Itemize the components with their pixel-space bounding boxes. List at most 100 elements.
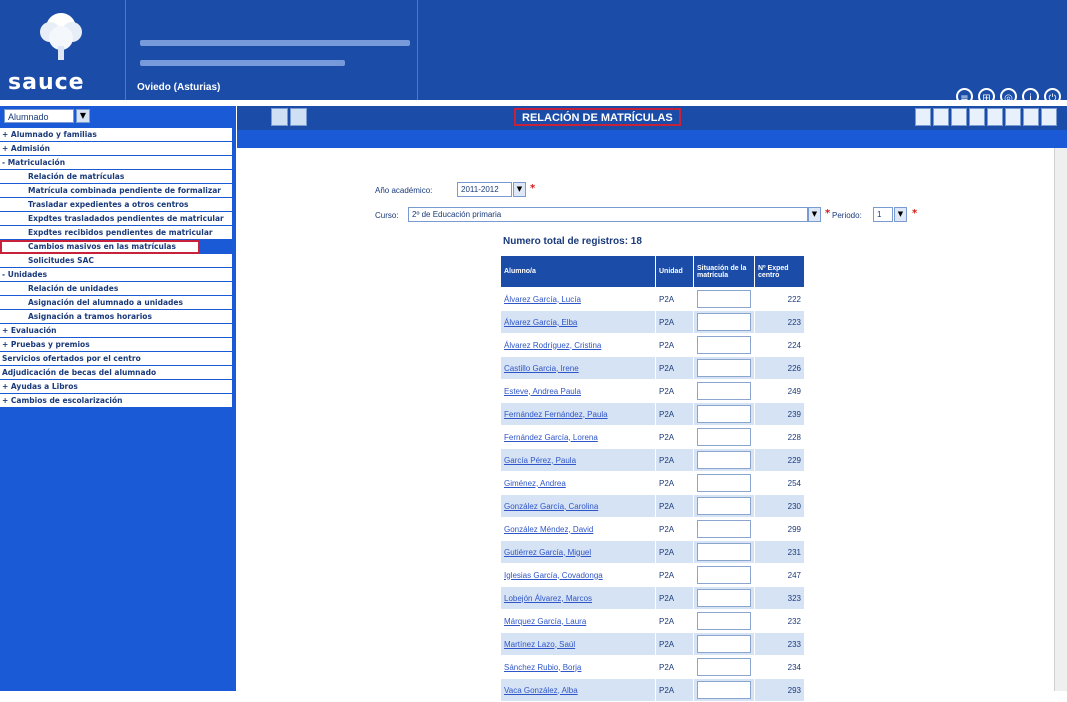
header-divider [125, 0, 126, 100]
sidebar-item[interactable]: Asignación del alumnado a unidades [0, 296, 232, 310]
new-document-icon[interactable] [915, 108, 931, 126]
student-name-link[interactable]: Iglesias García, Covadonga [500, 563, 656, 587]
sidebar-item[interactable]: Trasladar expedientes a otros centros [0, 198, 232, 212]
period-select[interactable]: 1 [873, 207, 893, 222]
sidebar-item[interactable]: Relación de matrículas [0, 170, 232, 184]
toolbar: RELACIÓN DE MATRÍCULAS [237, 106, 1067, 130]
year-select[interactable]: 2011-2012 [457, 182, 512, 197]
status-field[interactable] [697, 681, 751, 699]
student-name-link[interactable]: García Pérez, Paula [500, 448, 656, 472]
status-field[interactable] [697, 382, 751, 400]
checklist-icon[interactable] [1005, 108, 1021, 126]
sidebar-item[interactable]: Asignación a tramos horarios [0, 310, 232, 324]
student-name-link[interactable]: Fernández García, Lorena [500, 425, 656, 449]
student-name-link[interactable]: González García, Carolina [500, 494, 656, 518]
filter-tools [271, 108, 307, 126]
sidebar-item[interactable]: Matrícula combinada pendiente de formali… [0, 184, 232, 198]
student-name-link[interactable]: Martínez Lazo, Saúl [500, 632, 656, 656]
sidebar-item[interactable]: - Matriculación [0, 156, 232, 170]
status-field[interactable] [697, 612, 751, 630]
column-header-status[interactable]: Situación de la matrícula [693, 255, 755, 288]
student-name-link[interactable]: Gutiérrez García, Miguel [500, 540, 656, 564]
student-name-link[interactable]: Vaca González, Alba [500, 678, 656, 702]
student-name-link[interactable]: Márquez García, Laura [500, 609, 656, 633]
copy-document-icon[interactable] [933, 108, 949, 126]
undo-icon[interactable] [1041, 108, 1057, 126]
course-select[interactable]: 2º de Educación primaria [408, 207, 808, 222]
printer-icon[interactable]: ⊞ [978, 88, 995, 105]
student-name-link[interactable]: Álvarez García, Elba [500, 310, 656, 334]
status-field[interactable] [697, 543, 751, 561]
chevron-down-icon[interactable]: ▼ [76, 109, 90, 123]
settings-icon[interactable]: ◎ [1000, 88, 1017, 105]
list-options-icon[interactable] [290, 108, 307, 126]
sidebar-item[interactable]: + Evaluación [0, 324, 232, 338]
info-icon[interactable]: i [1022, 88, 1039, 105]
status-field[interactable] [697, 336, 751, 354]
status-field[interactable] [697, 635, 751, 653]
student-name-link[interactable]: Esteve, Andrea Paula [500, 379, 656, 403]
column-header-unit[interactable]: Unidad [655, 255, 694, 288]
status-field[interactable] [697, 566, 751, 584]
record-number-cell: 323 [754, 586, 805, 610]
status-field[interactable] [697, 290, 751, 308]
sidebar-item[interactable]: + Alumnado y familias [0, 128, 232, 142]
status-field[interactable] [697, 428, 751, 446]
sidebar-item[interactable]: Expdtes recibidos pendientes de matricul… [0, 226, 232, 240]
report-icon[interactable] [1023, 108, 1039, 126]
status-field[interactable] [697, 589, 751, 607]
users-group-icon[interactable] [987, 108, 1003, 126]
status-field[interactable] [697, 474, 751, 492]
sidebar-item[interactable]: Expdtes trasladados pendientes de matric… [0, 212, 232, 226]
record-number-cell: 231 [754, 540, 805, 564]
status-field[interactable] [697, 451, 751, 469]
sidebar-item[interactable]: Cambios masivos en las matrículas [0, 240, 200, 254]
status-field[interactable] [697, 497, 751, 515]
exit-icon[interactable]: ⏻ [1044, 88, 1061, 105]
chevron-down-icon[interactable]: ▼ [894, 207, 907, 222]
chevron-down-icon[interactable]: ▼ [808, 207, 821, 222]
sidebar-item[interactable]: - Unidades [0, 268, 232, 282]
student-name-link[interactable]: González Méndez, David [500, 517, 656, 541]
unit-cell: P2A [655, 632, 694, 656]
record-number-cell: 224 [754, 333, 805, 357]
student-name-link[interactable]: Giménez, Andrea [500, 471, 656, 495]
status-field[interactable] [697, 520, 751, 538]
student-name-link[interactable]: Sánchez Rubio, Borja [500, 655, 656, 679]
status-field[interactable] [697, 313, 751, 331]
print-icon[interactable]: ≡ [956, 88, 973, 105]
table-row: Fernández Fernández, Paula P2A 239 [500, 402, 805, 426]
student-name-link[interactable]: Lobejón Álvarez, Marcos [500, 586, 656, 610]
student-name-link[interactable]: Álvarez Rodríguez, Cristina [500, 333, 656, 357]
column-header-record-number[interactable]: Nº Exped centro [754, 255, 805, 288]
sidebar-item[interactable]: + Ayudas a Libros [0, 380, 232, 394]
chevron-down-icon[interactable]: ▼ [513, 182, 526, 197]
unit-cell: P2A [655, 494, 694, 518]
status-field[interactable] [697, 658, 751, 676]
sidebar-item[interactable]: Relación de unidades [0, 282, 232, 296]
users-group-icon[interactable] [951, 108, 967, 126]
filter-icon[interactable] [271, 108, 288, 126]
sidebar-item[interactable]: Solicitudes SAC [0, 254, 232, 268]
unit-cell: P2A [655, 563, 694, 587]
vertical-scrollbar[interactable] [1054, 148, 1067, 691]
status-field[interactable] [697, 359, 751, 377]
column-header-student[interactable]: Alumno/a [500, 255, 656, 288]
users-group-icon[interactable] [969, 108, 985, 126]
status-field[interactable] [697, 405, 751, 423]
sidebar-item[interactable]: Adjudicación de becas del alumnado [0, 366, 232, 380]
student-name-link[interactable]: Fernández Fernández, Paula [500, 402, 656, 426]
role-select[interactable]: Alumnado [4, 109, 74, 123]
logo-text: sauce [8, 70, 85, 95]
student-name-link[interactable]: Castillo Garcia, Irene [500, 356, 656, 380]
sidebar-item[interactable]: Servicios ofertados por el centro [0, 352, 232, 366]
student-name-link[interactable]: Álvarez García, Lucía [500, 287, 656, 311]
unit-cell: P2A [655, 356, 694, 380]
sidebar-item[interactable]: + Pruebas y premios [0, 338, 232, 352]
status-cell [693, 678, 755, 702]
record-number-cell: 239 [754, 402, 805, 426]
table-row: Giménez, Andrea P2A 254 [500, 471, 805, 495]
required-marker: * [530, 183, 536, 194]
sidebar-item[interactable]: + Cambios de escolarización [0, 394, 232, 408]
sidebar-item[interactable]: + Admisión [0, 142, 232, 156]
